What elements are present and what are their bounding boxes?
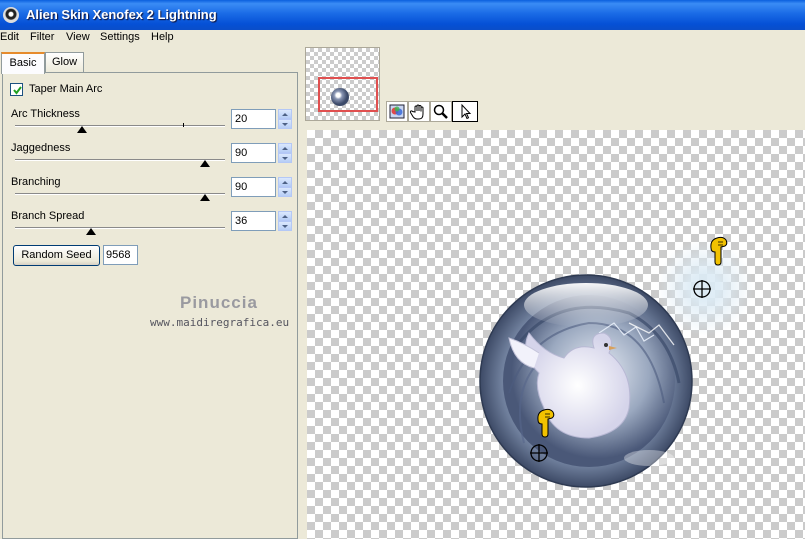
taper-main-arc-checkbox[interactable]: [10, 83, 23, 96]
app-icon: [3, 7, 19, 23]
menu-settings[interactable]: Settings: [100, 31, 140, 43]
random-seed-input[interactable]: 9568: [103, 245, 138, 265]
spin-up-icon[interactable]: [278, 211, 292, 221]
menu-view[interactable]: View: [66, 31, 90, 43]
lightning-start-crosshair-icon[interactable]: [529, 443, 549, 463]
branching-slider[interactable]: [15, 193, 225, 195]
tab-basic[interactable]: Basic: [1, 52, 45, 74]
tab-glow[interactable]: Glow: [45, 52, 84, 73]
arc-thickness-label: Arc Thickness: [11, 108, 80, 120]
branching-label: Branching: [11, 176, 61, 188]
preview-thumbnail[interactable]: [305, 47, 380, 121]
spin-down-icon[interactable]: [278, 153, 292, 163]
zoom-icon: [433, 104, 448, 119]
watermark-name: Pinuccia: [180, 293, 258, 312]
menu-edit[interactable]: Edit: [0, 31, 19, 43]
taper-main-arc-label: Taper Main Arc: [29, 83, 103, 95]
random-seed-button[interactable]: Random Seed: [13, 245, 100, 266]
title-bar[interactable]: Alien Skin Xenofex 2 Lightning: [0, 0, 805, 30]
arc-thickness-tick: [183, 123, 184, 127]
preview-viewport-frame[interactable]: [318, 77, 378, 112]
branching-input[interactable]: 90: [231, 177, 276, 197]
spin-up-icon[interactable]: [278, 143, 292, 153]
jaggedness-input[interactable]: 90: [231, 143, 276, 163]
arc-thickness-spinner[interactable]: [278, 109, 292, 129]
menu-help[interactable]: Help: [151, 31, 174, 43]
preview-toggle-button[interactable]: [386, 101, 408, 122]
spin-down-icon[interactable]: [278, 119, 292, 129]
branching-spinner[interactable]: [278, 177, 292, 197]
pointer-tool-button[interactable]: [452, 101, 478, 122]
arrow-pointer-icon: [461, 103, 472, 120]
branch-spread-spinner[interactable]: [278, 211, 292, 231]
branch-spread-slider[interactable]: [15, 227, 225, 229]
arc-thickness-input[interactable]: 20: [231, 109, 276, 129]
branching-thumb[interactable]: [200, 194, 210, 201]
arc-thickness-slider[interactable]: [15, 125, 225, 127]
arc-thickness-thumb[interactable]: [77, 126, 87, 133]
pointing-hand-icon: [710, 236, 728, 266]
jaggedness-slider[interactable]: [15, 159, 225, 161]
preview-toggle-icon: [389, 104, 405, 119]
canvas-area[interactable]: [307, 130, 805, 539]
branch-spread-thumb[interactable]: [86, 228, 96, 235]
menu-filter[interactable]: Filter: [30, 31, 54, 43]
branch-spread-input[interactable]: 36: [231, 211, 276, 231]
spin-down-icon[interactable]: [278, 221, 292, 231]
spin-up-icon[interactable]: [278, 109, 292, 119]
glass-sphere-image: [479, 274, 693, 488]
spin-up-icon[interactable]: [278, 177, 292, 187]
window-title: Alien Skin Xenofex 2 Lightning: [26, 7, 217, 22]
spin-down-icon[interactable]: [278, 187, 292, 197]
lightning-end-crosshair-icon[interactable]: [692, 279, 712, 299]
zoom-tool-button[interactable]: [430, 101, 452, 122]
menu-bar: Edit Filter View Settings Help: [0, 30, 805, 47]
hand-tool-button[interactable]: [408, 101, 430, 122]
watermark-url: www.maidiregrafica.eu: [150, 316, 290, 329]
jaggedness-thumb[interactable]: [200, 160, 210, 167]
jaggedness-label: Jaggedness: [11, 142, 71, 154]
checkmark-icon: [13, 86, 22, 95]
branch-spread-label: Branch Spread: [11, 210, 85, 222]
jaggedness-spinner[interactable]: [278, 143, 292, 163]
hand-icon: [409, 104, 424, 120]
pointing-hand-icon: [537, 408, 555, 438]
